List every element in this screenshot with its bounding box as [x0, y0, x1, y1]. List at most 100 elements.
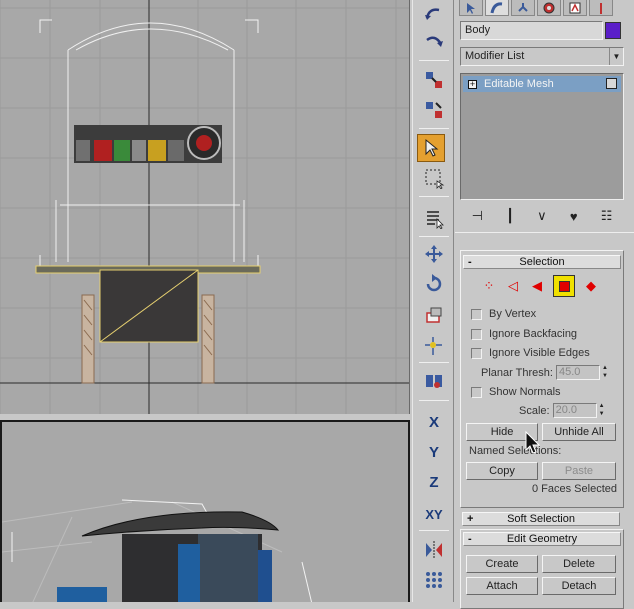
selection-region-button[interactable]: [417, 164, 451, 192]
command-panel-tabs: [459, 0, 629, 16]
display-tab[interactable]: [563, 0, 587, 16]
named-selections-label: Named Selections:: [469, 445, 562, 457]
selection-rollout-header[interactable]: - Selection: [463, 255, 621, 269]
undo-icon: [425, 8, 440, 20]
undo-button[interactable]: [417, 0, 451, 28]
z-axis-label: Z: [429, 473, 439, 491]
vertex-icon[interactable]: ⁘: [481, 278, 497, 294]
redo-icon: [426, 36, 443, 47]
redo-button[interactable]: [417, 28, 451, 56]
object-color-swatch[interactable]: [605, 22, 621, 39]
utilities-tab[interactable]: [589, 0, 613, 16]
stack-item-toggle-box[interactable]: [606, 78, 617, 89]
perspective-viewport[interactable]: [0, 420, 410, 602]
restrict-z-button[interactable]: Z: [417, 468, 451, 496]
select-by-name-button[interactable]: [417, 204, 451, 232]
unlink-selection-button[interactable]: [417, 96, 451, 124]
by-vertex-checkbox[interactable]: By Vertex: [471, 308, 536, 320]
manipulate-icon: [426, 375, 442, 388]
select-and-scale-button[interactable]: [417, 302, 451, 330]
create-button[interactable]: Create: [466, 555, 538, 573]
scale-value[interactable]: 20.0: [552, 403, 597, 418]
list-icon: [427, 211, 444, 229]
edit-geometry-rollout-title: Edit Geometry: [506, 533, 578, 545]
pin-stack-icon[interactable]: ⊣: [472, 208, 483, 224]
expand-icon[interactable]: +: [468, 79, 477, 89]
by-vertex-box[interactable]: [471, 308, 482, 320]
object-name-field[interactable]: Body: [460, 21, 603, 40]
pivot-center-button[interactable]: [417, 332, 451, 360]
unhide-all-button[interactable]: Unhide All: [542, 423, 616, 441]
soft-selection-rollout-title: Soft Selection: [507, 513, 575, 525]
hammer-icon: [600, 2, 602, 14]
make-unique-icon[interactable]: ∨: [537, 208, 547, 224]
link-icon: [426, 72, 442, 88]
select-and-move-button[interactable]: [417, 240, 451, 268]
unlink-icon: [426, 102, 442, 118]
modifier-stack[interactable]: + Editable Mesh: [460, 73, 624, 200]
motion-tab[interactable]: [537, 0, 561, 16]
face-icon[interactable]: ◀: [529, 278, 545, 294]
ignore-backfacing-label: Ignore Backfacing: [489, 328, 578, 340]
modifier-list-dropdown[interactable]: Modifier List ▼: [460, 47, 624, 66]
stack-item-editable-mesh[interactable]: + Editable Mesh: [463, 76, 621, 92]
select-and-manipulate-button[interactable]: [417, 368, 451, 396]
restrict-x-button[interactable]: X: [417, 408, 451, 436]
spinner-arrows-icon[interactable]: ▲ ▼: [599, 403, 608, 418]
panel-separator: [455, 232, 634, 233]
selection-rollout-title: Selection: [519, 256, 565, 268]
select-and-rotate-button[interactable]: [417, 270, 451, 298]
soft-selection-rollout-header[interactable]: + Soft Selection: [462, 512, 620, 526]
perspective-viewport-scene: [2, 499, 313, 602]
x-axis-label: X: [428, 413, 439, 431]
element-icon[interactable]: ◆: [583, 278, 599, 294]
planar-thresh-value[interactable]: 45.0: [555, 365, 600, 380]
scale-spinner[interactable]: Scale: 20.0 ▲ ▼: [519, 403, 608, 418]
show-normals-label: Show Normals: [489, 386, 561, 398]
arrow-cursor-icon: [425, 138, 439, 157]
ignore-backfacing-box[interactable]: [471, 328, 482, 340]
modifier-list-label: Modifier List: [465, 50, 525, 62]
attach-button[interactable]: Attach: [466, 577, 538, 595]
dropdown-arrow-icon: ▼: [609, 48, 623, 65]
copy-button[interactable]: Copy: [466, 462, 538, 480]
restrict-xy-button[interactable]: XY: [417, 500, 451, 528]
top-viewport[interactable]: [0, 0, 410, 414]
configure-modifier-sets-icon[interactable]: ☷: [601, 208, 613, 224]
paste-button[interactable]: Paste: [542, 462, 616, 480]
spinner-arrows-icon[interactable]: ▲ ▼: [602, 365, 611, 380]
scale-icon: [426, 307, 442, 323]
ignore-visible-edges-checkbox[interactable]: Ignore Visible Edges: [471, 347, 590, 359]
y-axis-label: Y: [428, 443, 439, 461]
mirror-button[interactable]: [417, 536, 451, 564]
hierarchy-icon: [518, 2, 528, 12]
rotate-icon: [426, 274, 442, 292]
planar-thresh-spinner[interactable]: Planar Thresh: 45.0 ▲ ▼: [481, 365, 611, 380]
ignore-visible-edges-box[interactable]: [471, 347, 482, 359]
stack-tools: ⊣ ┃ ∨ ♥ ☷: [460, 205, 624, 227]
collapse-sign: -: [468, 256, 472, 268]
ignore-backfacing-checkbox[interactable]: Ignore Backfacing: [471, 328, 577, 340]
toolbar-separator: [419, 196, 449, 197]
edit-geometry-rollout: - Edit Geometry Create Delete Attach Det…: [460, 529, 624, 609]
expand-sign: +: [467, 513, 474, 525]
select-and-link-button[interactable]: [417, 66, 451, 94]
show-normals-box[interactable]: [471, 386, 482, 398]
select-object-button[interactable]: [417, 134, 445, 162]
array-button[interactable]: [417, 566, 451, 594]
edge-icon[interactable]: ◁: [505, 278, 521, 294]
show-end-result-icon[interactable]: ┃: [506, 208, 514, 224]
remove-modifier-icon[interactable]: ♥: [570, 209, 578, 224]
restrict-y-button[interactable]: Y: [417, 438, 451, 466]
command-panel: Body Modifier List ▼ + Editable Mesh ⊣ ┃…: [455, 0, 634, 609]
detach-button[interactable]: Detach: [542, 577, 616, 595]
modify-tab[interactable]: [485, 0, 509, 16]
edit-geometry-rollout-header[interactable]: - Edit Geometry: [463, 532, 621, 546]
pivot-icon: [425, 337, 442, 355]
rectangle-region-icon: [425, 169, 445, 189]
create-tab[interactable]: [459, 0, 483, 16]
show-normals-checkbox[interactable]: Show Normals: [471, 386, 561, 398]
hierarchy-tab[interactable]: [511, 0, 535, 16]
polygon-icon[interactable]: [553, 275, 575, 297]
delete-button[interactable]: Delete: [542, 555, 616, 573]
